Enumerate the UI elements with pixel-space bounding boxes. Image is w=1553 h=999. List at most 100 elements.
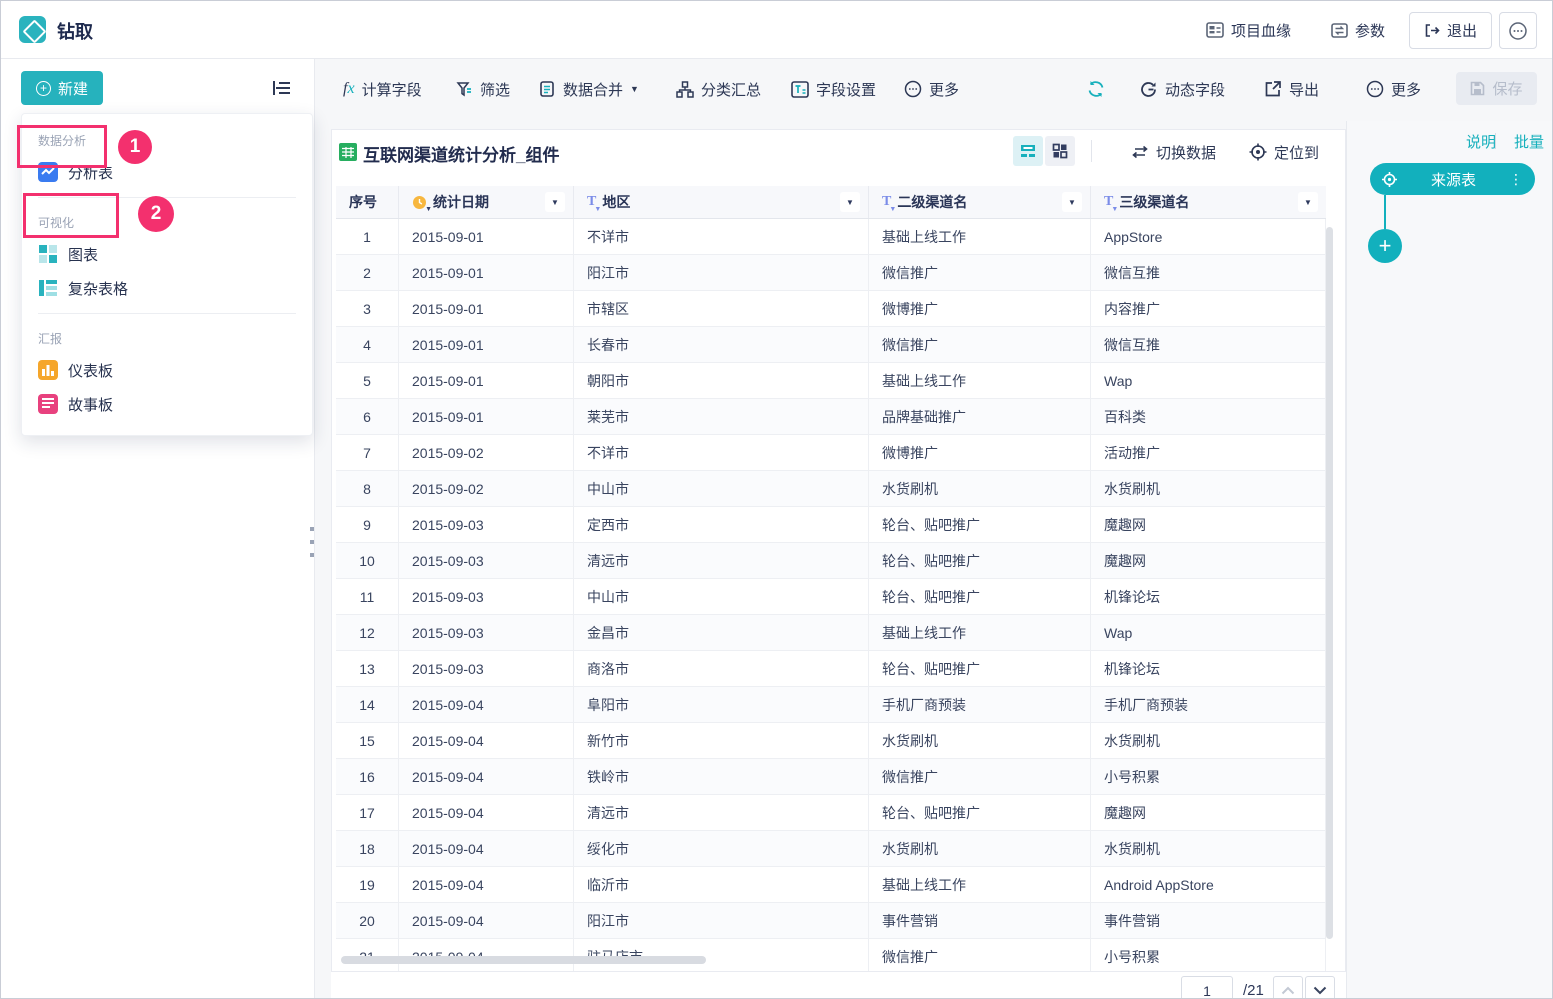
menu-item-label: 图表 [68,246,99,264]
new-dropdown-menu: 数据分析 分析表 可视化 图表 复杂表格 汇报 仪表板 故事板 [21,113,313,436]
chart-grid-icon [38,244,58,264]
column-header-region[interactable]: T ▼ 地区 ▼ [574,186,869,218]
table-cell: 9 [336,507,399,543]
summary-label: 分类汇总 [701,81,762,99]
exit-button[interactable]: 退出 [1409,12,1493,49]
table-cell: 2015-09-04 [399,723,574,759]
save-icon [1471,81,1485,96]
project-lineage-button[interactable]: 项目血缘 [1206,1,1291,59]
menu-item-complex-table[interactable]: 复杂表格 [22,271,312,305]
table-cell: 2015-09-04 [399,687,574,723]
table-cell: 小号积累 [1091,939,1326,971]
table-cell: 2015-09-01 [399,363,574,399]
table-cell: 2015-09-03 [399,579,574,615]
source-table-node[interactable]: 来源表 ⋮ [1370,163,1535,195]
sidebar-resize-handle[interactable] [310,527,316,566]
dynamic-field-button[interactable]: 动态字段 [1139,71,1225,107]
summary-button[interactable]: 分类汇总 [676,71,761,107]
dropdown-icon: ▼ [1068,197,1076,207]
table-cell: 5 [336,363,399,399]
menu-item-chart[interactable]: 图表 [22,237,312,271]
filter-icon [456,81,471,96]
table-icon [339,143,357,161]
more-icon [904,80,922,98]
vertical-scrollbar[interactable] [1326,227,1333,939]
column-label: 序号 [349,194,377,210]
table-cell: 基础上线工作 [869,615,1091,651]
table-cell: 铁岭市 [574,759,869,795]
table-cell: 2015-09-04 [399,831,574,867]
new-button[interactable]: + 新建 [21,71,103,105]
column-header-channel3[interactable]: T ▼ 三级渠道名 ▼ [1091,186,1326,218]
column-header-date[interactable]: ▼ 统计日期 ▼ [399,186,574,218]
calc-field-button[interactable]: fx 计算字段 [343,71,422,107]
menu-section-title: 汇报 [38,332,63,346]
table-cell: 20 [336,903,399,939]
table-cell: 临沂市 [574,867,869,903]
table-cell: 绥化市 [574,831,869,867]
table-cell: 12 [336,615,399,651]
note-link[interactable]: 说明 [1466,131,1496,152]
annotation-badge-2: 2 [138,196,174,232]
caret-down-icon: ▼ [630,84,639,94]
table-cell: 市辖区 [574,291,869,327]
table-cell: 2015-09-02 [399,471,574,507]
page-input[interactable] [1181,976,1233,998]
table-cell: 4 [336,327,399,363]
table-cell: 阜阳市 [574,687,869,723]
summary-icon [676,80,694,98]
column-filter-button[interactable]: ▼ [1062,192,1082,212]
table-row: 3 2015-09-01 市辖区 微博推广 内容推广 [336,291,1326,327]
list-view-toggle[interactable] [1013,136,1043,166]
switch-data-button[interactable]: 切换数据 [1131,134,1216,170]
column-header-channel2[interactable]: T ▼ 二级渠道名 ▼ [869,186,1091,218]
collapse-sidebar-icon[interactable] [272,79,292,97]
menu-divider [38,197,296,198]
menu-item-dashboard[interactable]: 仪表板 [22,353,312,387]
table-cell: 基础上线工作 [869,219,1091,255]
table-cell: 2015-09-01 [399,327,574,363]
table-cell: 1 [336,219,399,255]
table-cell: 活动推广 [1091,435,1326,471]
locate-button[interactable]: 定位到 [1249,134,1319,170]
grid-view-toggle[interactable] [1045,136,1075,166]
data-merge-button[interactable]: 数据合并 ▼ [539,71,639,107]
header-more-button[interactable] [1499,12,1537,49]
table-cell: 事件营销 [869,903,1091,939]
table-cell: 长春市 [574,327,869,363]
chevron-up-icon [1281,986,1295,995]
menu-section-title: 数据分析 [38,134,87,148]
table-row: 9 2015-09-03 定西市 轮台、贴吧推广 魔趣网 [336,507,1326,543]
table-cell: 微信互推 [1091,327,1326,363]
table-cell: 阳江市 [574,903,869,939]
flow-panel: 说明 批量 来源表 ⋮ + [1346,121,1552,998]
filter-button[interactable]: 筛选 [456,71,510,107]
params-button[interactable]: 参数 [1331,1,1385,59]
toolbar-more-button[interactable]: 更多 [904,71,959,107]
table-cell: 小号积累 [1091,759,1326,795]
field-settings-label: 字段设置 [816,81,877,99]
table-cell: 2015-09-01 [399,219,574,255]
menu-item-analysis-table[interactable]: 分析表 [22,155,312,189]
table-row: 10 2015-09-03 清远市 轮台、贴吧推广 魔趣网 [336,543,1326,579]
batch-link[interactable]: 批量 [1514,131,1544,152]
field-settings-button[interactable]: 字段设置 [791,71,876,107]
toolbar-more2-button[interactable]: 更多 [1366,71,1421,107]
table-cell: 内容推广 [1091,291,1326,327]
refresh-button[interactable] [1086,71,1106,107]
table-cell: 品牌基础推广 [869,399,1091,435]
add-node-button[interactable]: + [1368,229,1402,263]
column-filter-button[interactable]: ▼ [840,192,860,212]
export-button[interactable]: 导出 [1264,71,1319,107]
column-filter-button[interactable]: ▼ [545,192,565,212]
horizontal-scrollbar[interactable] [341,956,706,964]
save-button[interactable]: 保存 [1456,72,1537,105]
page-down-button[interactable] [1305,976,1335,998]
page-up-button[interactable] [1273,976,1303,998]
table-cell: 商洛市 [574,651,869,687]
menu-item-storyboard[interactable]: 故事板 [22,387,312,421]
table-cell: 15 [336,723,399,759]
column-filter-button[interactable]: ▼ [1298,192,1318,212]
kebab-icon[interactable]: ⋮ [1509,171,1523,188]
table-row: 11 2015-09-03 中山市 轮台、贴吧推广 机锋论坛 [336,579,1326,615]
